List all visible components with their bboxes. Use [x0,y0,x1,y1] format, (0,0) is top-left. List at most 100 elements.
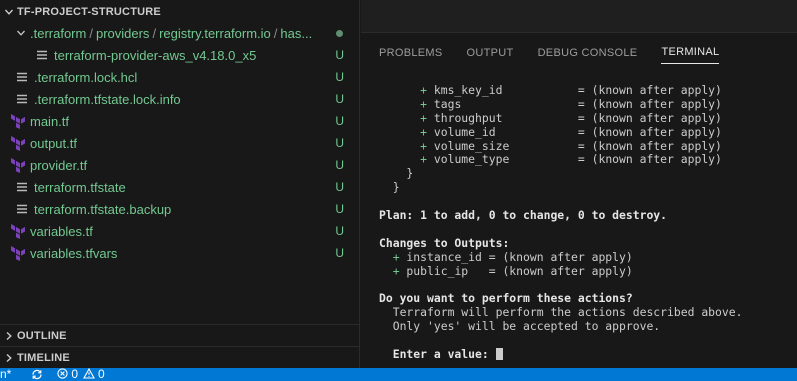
git-status-badge: U [335,114,344,128]
terraform-icon [10,157,26,173]
explorer-sidebar: TF-PROJECT-STRUCTURE .terraform / provid… [0,0,360,368]
tree-item-variables-tf[interactable]: variables.tf U [0,220,360,242]
file-tree: .terraform / providers / registry.terraf… [0,22,360,264]
terraform-icon [10,245,26,261]
plus-marker: + [420,83,428,97]
problems-indicator[interactable]: 0 0 [57,368,105,381]
tree-item-label: terraform-provider-aws_v4.18.0_x5 [54,47,257,63]
terminal-line: Terraform will perform the actions descr… [379,305,743,320]
terminal-line: + throughput = (known after apply) [420,110,722,125]
timeline-section-header[interactable]: TIMELINE [0,346,360,368]
project-title: TF-PROJECT-STRUCTURE [17,6,161,18]
file-lines-icon [34,47,50,63]
tree-item-label: .terraform.lock.hcl [34,69,138,85]
sync-icon[interactable] [31,369,43,380]
folder-segment[interactable]: .terraform [30,26,86,41]
terminal-line: Plan: 1 to add, 0 to change, 0 to destro… [379,208,797,223]
tree-item-provider-binary[interactable]: terraform-provider-aws_v4.18.0_x5 U [0,44,360,66]
git-status-badge: U [335,48,344,62]
terminal-line: + public_ip = (known after apply) [392,263,633,278]
tree-item-label: .terraform.tfstate.lock.info [34,91,181,107]
input-prompt: Enter a value: [379,346,496,361]
bottom-panel: PROBLEMS OUTPUT DEBUG CONSOLE TERMINAL +… [361,0,797,368]
tab-terminal[interactable]: TERMINAL [661,42,720,64]
plus-marker: + [392,263,400,278]
terminal-line: } [379,166,414,181]
tree-item-provider-tf[interactable]: provider.tf U [0,154,360,176]
file-lines-icon [14,201,30,217]
path-separator: / [273,25,278,41]
folder-segment[interactable]: registry.terraform.io [159,26,271,41]
git-status-badge: U [335,202,344,216]
tree-item-lock-hcl[interactable]: .terraform.lock.hcl U [0,66,360,88]
terminal-heading: Do you want to perform these actions? [379,291,633,306]
terminal-line: + instance_id = (known after apply) [392,249,633,264]
git-status-badge: U [335,92,344,106]
terminal-heading: Changes to Outputs: [379,235,510,250]
tab-problems[interactable]: PROBLEMS [379,42,443,64]
tab-debug-console[interactable]: DEBUG CONSOLE [538,42,638,64]
error-icon [57,368,68,381]
terminal-cursor[interactable] [495,347,503,360]
tree-item-main-tf[interactable]: main.tf U [0,110,360,132]
tree-item-tfstate[interactable]: terraform.tfstate U [0,176,360,198]
tree-item-label: variables.tf [30,223,93,239]
chevron-down-icon [1,7,17,17]
tree-item-label: main.tf [30,113,70,129]
git-status-badge: U [335,224,344,238]
plus-marker: + [420,138,428,153]
panel-tab-bar: PROBLEMS OUTPUT DEBUG CONSOLE TERMINAL [361,32,797,72]
tab-output[interactable]: OUTPUT [467,42,514,64]
tree-item-tfstate-lock-info[interactable]: .terraform.tfstate.lock.info U [0,88,360,110]
terminal-line: + kms_key_id = (known after apply) [420,83,722,97]
tree-folder-terraform-providers[interactable]: .terraform / providers / registry.terraf… [0,22,360,44]
tree-item-tfstate-backup[interactable]: terraform.tfstate.backup U [0,198,360,220]
tree-item-label: terraform.tfstate.backup [34,201,172,217]
terminal-line: + tags = (known after apply) [420,96,722,111]
editor-area [361,0,797,32]
modified-dot-icon [336,30,343,37]
branch-indicator[interactable]: n* [0,368,11,381]
tree-item-label: terraform.tfstate [34,179,126,195]
git-status-badge: U [335,180,344,194]
outline-section-header[interactable]: OUTLINE [0,324,360,346]
terminal-line: } [379,180,400,195]
terminal-line: + volume_id = (known after apply) [420,124,722,139]
plus-marker: + [392,249,400,264]
git-status-badge: U [335,158,344,172]
project-section-header[interactable]: TF-PROJECT-STRUCTURE [0,1,360,23]
tree-item-label: output.tf [30,135,77,151]
file-lines-icon [14,69,30,85]
terminal-output[interactable]: + kms_key_id = (known after apply) + tag… [379,83,797,362]
terminal-line: Changes to Outputs: [379,235,797,251]
error-count: 0 [71,368,79,381]
file-lines-icon [14,179,30,195]
terminal-heading: Plan: 1 to add, 0 to change, 0 to destro… [379,208,668,223]
plus-marker: + [420,110,428,125]
file-lines-icon [14,91,30,107]
terraform-icon [10,223,26,239]
git-status-badge: U [335,246,344,260]
terminal-line: + volume_type = (known after apply) [420,152,722,167]
plus-marker: + [420,124,428,139]
plus-marker: + [420,96,428,111]
path-separator: / [89,25,93,41]
warning-icon [83,368,95,381]
tree-item-label: variables.tfvars [30,245,118,261]
folder-segment[interactable]: has... [280,26,312,41]
status-bar: n* 0 0 [0,368,797,381]
tree-item-variables-tfvars[interactable]: variables.tfvars U [0,242,360,264]
chevron-right-icon [1,331,17,341]
chevron-down-icon [14,28,28,38]
timeline-label: TIMELINE [17,351,70,364]
terminal-line: Do you want to perform these actions? [379,291,797,306]
folder-segment[interactable]: providers [96,26,149,41]
terminal-line: Only 'yes' will be accepted to approve. [379,319,661,334]
terraform-icon [10,113,26,129]
plus-marker: + [420,152,428,167]
tree-item-output-tf[interactable]: output.tf U [0,132,360,154]
